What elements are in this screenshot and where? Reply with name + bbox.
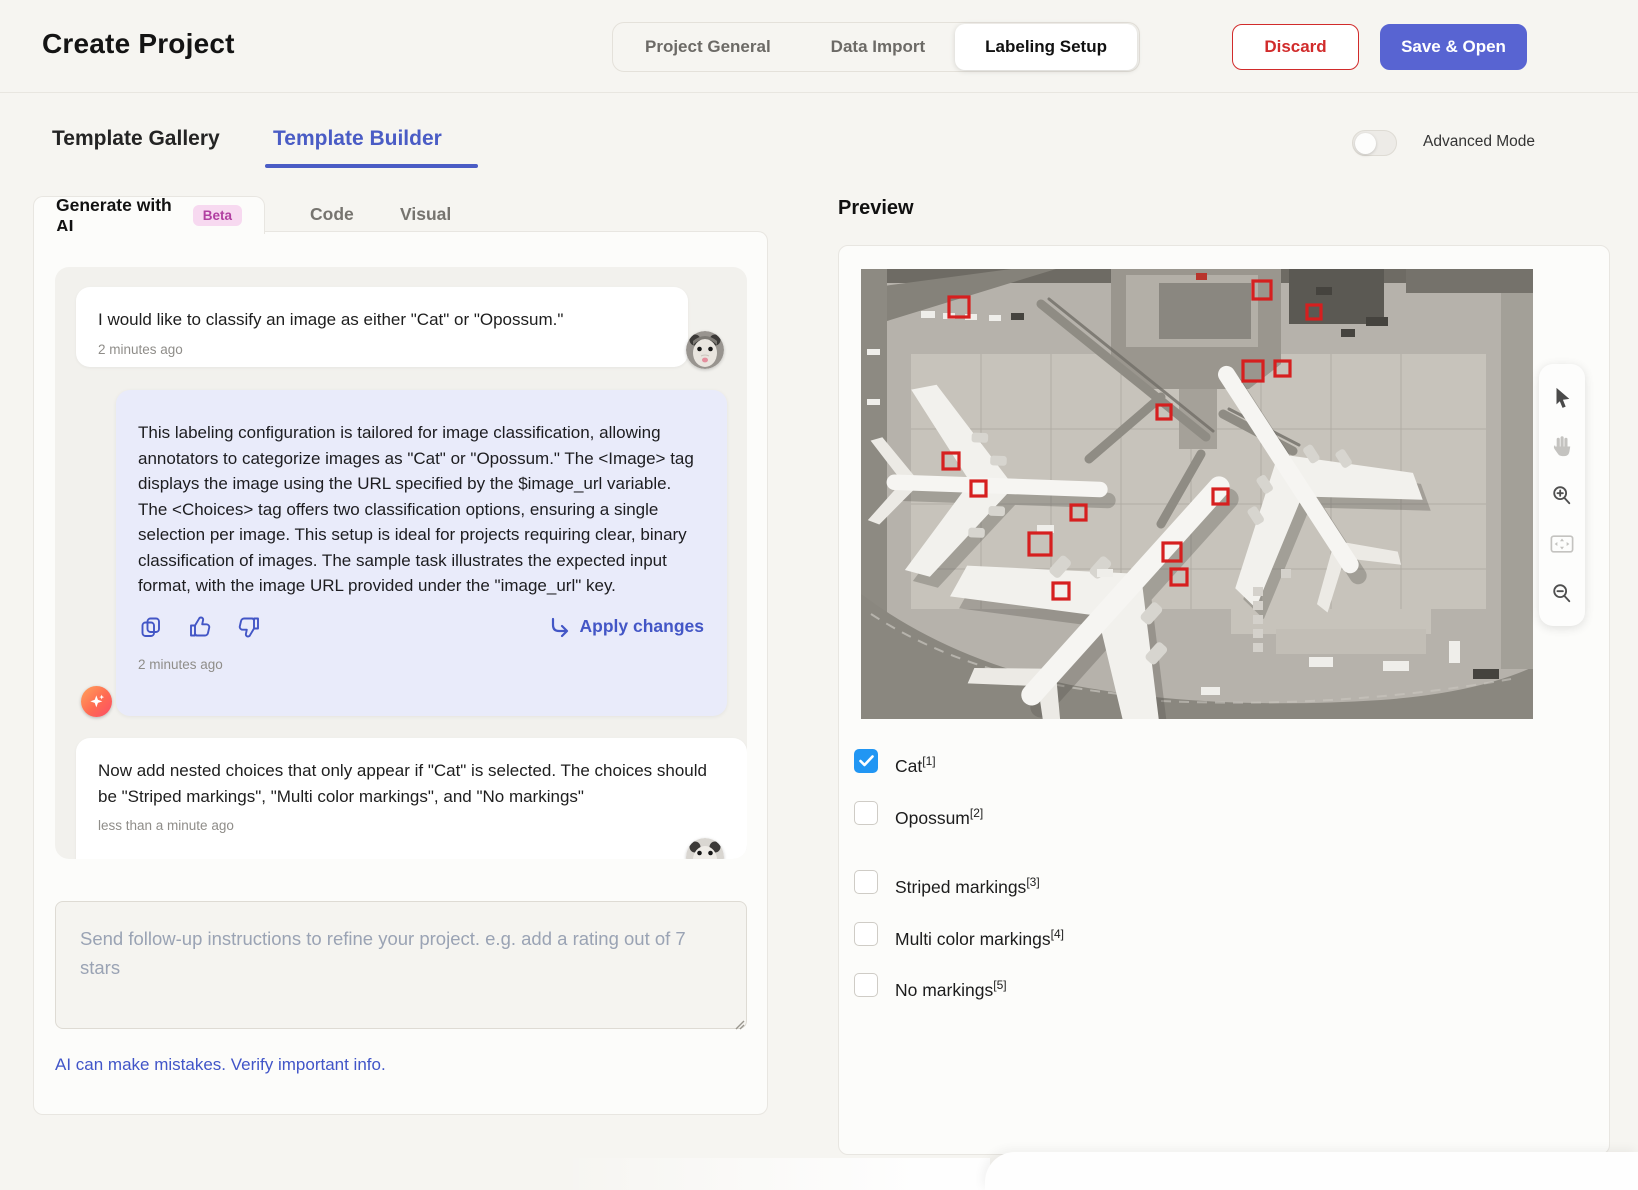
message-timestamp: 2 minutes ago [98, 342, 666, 357]
opossum-avatar [686, 331, 724, 369]
checkbox-unchecked[interactable] [854, 870, 878, 894]
chat-history: I would like to classify an image as eit… [55, 267, 747, 859]
chat-message-assistant: This labeling configuration is tailored … [116, 390, 727, 716]
assistant-actions: Apply changes [138, 614, 704, 640]
tab-labeling-setup[interactable]: Labeling Setup [955, 24, 1137, 70]
zoom-out-icon[interactable] [1547, 578, 1577, 608]
discard-button[interactable]: Discard [1232, 24, 1359, 70]
bottom-sheet-fade [560, 1158, 990, 1190]
tab-code[interactable]: Code [310, 204, 354, 225]
pan-hand-icon[interactable] [1547, 431, 1577, 461]
tab-project-general[interactable]: Project General [615, 24, 801, 70]
apply-changes-label: Apply changes [580, 616, 704, 637]
message-timestamp: 2 minutes ago [138, 657, 705, 672]
advanced-mode-label: Advanced Mode [1423, 133, 1535, 151]
wizard-step-tabs: Project General Data Import Labeling Set… [612, 22, 1140, 72]
choice-label: Cat [895, 756, 922, 776]
assistant-message-text: This labeling configuration is tailored … [138, 420, 704, 599]
checkbox-unchecked[interactable] [854, 801, 878, 825]
tab-template-builder[interactable]: Template Builder [273, 127, 442, 151]
chat-message-user-2: Now add nested choices that only appear … [76, 738, 747, 859]
choice-label: Opossum [895, 808, 970, 828]
thumbs-down-icon[interactable] [236, 614, 262, 640]
copy-icon[interactable] [138, 614, 164, 640]
fit-screen-icon[interactable] [1547, 529, 1577, 559]
preview-toolbar [1539, 364, 1585, 626]
choice-label: Striped markings [895, 877, 1026, 897]
cursor-icon[interactable] [1547, 382, 1577, 412]
choice-hotkey: [3] [1026, 875, 1039, 889]
choice-label: No markings [895, 980, 993, 1000]
choice-hotkey: [1] [922, 754, 935, 768]
tab-visual[interactable]: Visual [400, 204, 451, 225]
choice-hotkey: [2] [970, 806, 983, 820]
checkbox-checked[interactable] [854, 749, 878, 773]
thumbs-up-icon[interactable] [187, 614, 213, 640]
chat-message-user-1: I would like to classify an image as eit… [76, 287, 688, 367]
preview-title: Preview [838, 197, 914, 220]
save-open-button[interactable]: Save & Open [1380, 24, 1527, 70]
ai-sparkle-avatar [81, 686, 112, 717]
advanced-mode-toggle[interactable] [1352, 130, 1397, 156]
choice-no-markings[interactable]: No markings[5] [854, 973, 1007, 1002]
toggle-knob [1355, 133, 1376, 154]
tab-data-import[interactable]: Data Import [801, 24, 955, 70]
checkbox-unchecked[interactable] [854, 973, 878, 997]
ai-disclaimer-link[interactable]: AI can make mistakes. Verify important i… [55, 1055, 386, 1075]
active-tab-underline [265, 164, 478, 168]
preview-panel: Cat[1] Opossum[2] Striped markings[3] Mu… [838, 245, 1610, 1155]
choice-hotkey: [5] [993, 978, 1006, 992]
choice-cat[interactable]: Cat[1] [854, 749, 936, 778]
beta-badge: Beta [193, 205, 242, 226]
header: Create Project Project General Data Impo… [0, 0, 1638, 93]
message-text: Now add nested choices that only appear … [98, 758, 725, 809]
generate-with-ai-panel: I would like to classify an image as eit… [33, 231, 768, 1115]
page-title: Create Project [42, 28, 235, 60]
tab-template-gallery[interactable]: Template Gallery [52, 127, 220, 151]
checkbox-unchecked[interactable] [854, 922, 878, 946]
choice-hotkey: [4] [1051, 927, 1064, 941]
apply-changes-arrow-icon [548, 616, 570, 638]
choice-opossum[interactable]: Opossum[2] [854, 801, 983, 830]
choice-multi-color-markings[interactable]: Multi color markings[4] [854, 922, 1064, 951]
choice-label: Multi color markings [895, 929, 1051, 949]
message-timestamp: less than a minute ago [98, 818, 725, 833]
preview-image[interactable] [861, 269, 1533, 719]
apply-changes-button[interactable]: Apply changes [548, 616, 704, 638]
bottom-sheet-edge [985, 1152, 1638, 1190]
followup-input[interactable] [55, 901, 747, 1029]
zoom-in-icon[interactable] [1547, 480, 1577, 510]
message-text: I would like to classify an image as eit… [98, 307, 666, 333]
tab-generate-with-ai[interactable]: Generate with AI Beta [33, 196, 265, 234]
choice-striped-markings[interactable]: Striped markings[3] [854, 870, 1040, 899]
